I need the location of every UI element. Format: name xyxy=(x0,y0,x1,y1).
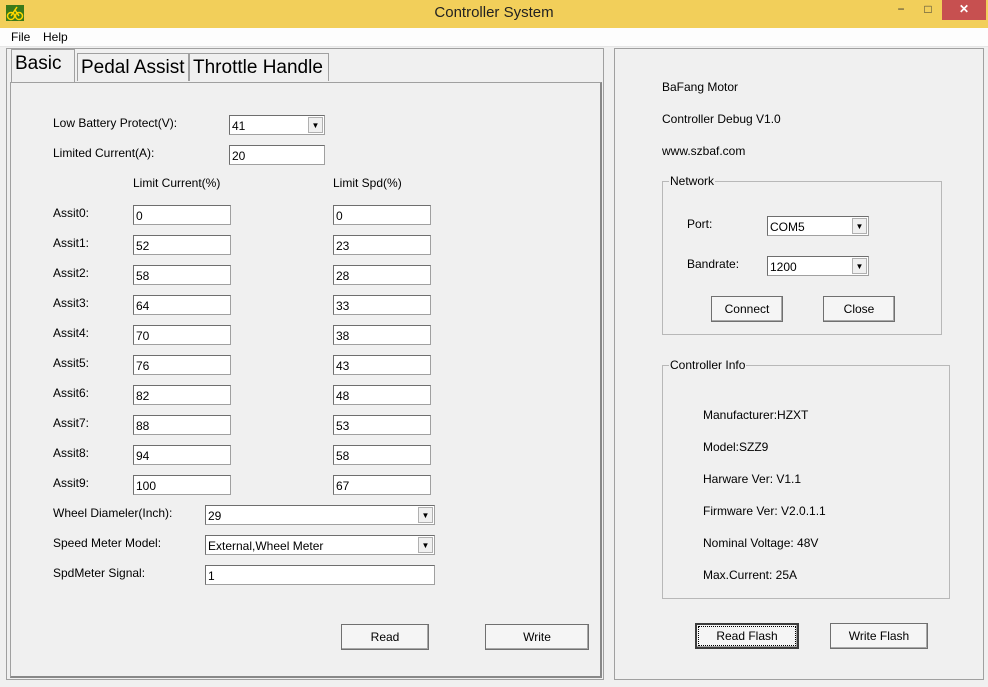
brand-line: BaFang Motor xyxy=(662,80,739,94)
settings-panel: Basic Pedal Assist Throttle Handle Low B… xyxy=(6,48,604,680)
model-text: Model:SZZ9 xyxy=(703,440,769,454)
assist-label: Assit4: xyxy=(53,326,90,340)
version-line: Controller Debug V1.0 xyxy=(662,112,781,126)
read-button[interactable]: Read xyxy=(341,624,429,650)
window-title: Controller System xyxy=(434,4,554,21)
tab-basic[interactable]: Basic xyxy=(11,49,75,82)
assist-speed-input[interactable]: 67 xyxy=(333,475,431,495)
assist-label: Assit3: xyxy=(53,296,90,310)
limit-current-header: Limit Current(%) xyxy=(133,176,221,190)
assist-speed-input[interactable]: 38 xyxy=(333,325,431,345)
assist-current-input[interactable]: 94 xyxy=(133,445,231,465)
low-battery-select[interactable]: 41 ▼ xyxy=(229,115,325,135)
tab-pedal-assist[interactable]: Pedal Assist xyxy=(77,53,189,81)
assist-current-input[interactable]: 70 xyxy=(133,325,231,345)
minimize-button[interactable]: − xyxy=(888,0,914,20)
assist-label: Assit9: xyxy=(53,476,90,490)
max-current-text: Max.Current: 25A xyxy=(703,568,798,582)
spdmeter-signal-input[interactable]: 1 xyxy=(205,565,435,585)
assist-speed-input[interactable]: 33 xyxy=(333,295,431,315)
tab-throttle-handle[interactable]: Throttle Handle xyxy=(189,53,329,81)
hardware-version-text: Harware Ver: V1.1 xyxy=(703,472,802,486)
website-line: www.szbaf.com xyxy=(662,144,746,158)
connect-button[interactable]: Connect xyxy=(711,296,783,322)
controller-info-group: Controller Info Manufacturer:HZXT Model:… xyxy=(662,358,950,599)
wheel-diameter-value: 29 xyxy=(208,509,222,523)
menu-file[interactable]: File xyxy=(11,30,30,44)
assist-label: Assit8: xyxy=(53,446,90,460)
network-group: Network Port: COM5 ▼ Bandrate: 1200 ▼ Co… xyxy=(662,174,942,335)
assist-label: Assit7: xyxy=(53,416,90,430)
assist-current-input[interactable]: 0 xyxy=(133,205,231,225)
port-select[interactable]: COM5 ▼ xyxy=(767,216,869,236)
limited-current-label: Limited Current(A): xyxy=(53,146,155,160)
port-value: COM5 xyxy=(770,220,805,234)
assist-label: Assit5: xyxy=(53,356,90,370)
wheel-diameter-label: Wheel Diameler(Inch): xyxy=(53,506,173,520)
low-battery-label: Low Battery Protect(V): xyxy=(53,116,178,130)
assist-speed-input[interactable]: 58 xyxy=(333,445,431,465)
triangle-down-icon[interactable]: ▼ xyxy=(418,537,433,553)
assist-speed-input[interactable]: 28 xyxy=(333,265,431,285)
bandrate-select[interactable]: 1200 ▼ xyxy=(767,256,869,276)
menu-bar: File Help xyxy=(0,28,988,47)
assist-current-input[interactable]: 52 xyxy=(133,235,231,255)
close-window-button[interactable]: ✕ xyxy=(942,0,986,20)
title-bar: Controller System − □ ✕ xyxy=(0,0,988,28)
assist-label: Assit2: xyxy=(53,266,90,280)
menu-help[interactable]: Help xyxy=(43,30,68,44)
write-button[interactable]: Write xyxy=(485,624,589,650)
limit-spd-header: Limit Spd(%) xyxy=(333,176,402,190)
wheel-diameter-select[interactable]: 29 ▼ xyxy=(205,505,435,525)
assist-speed-input[interactable]: 0 xyxy=(333,205,431,225)
speed-meter-label: Speed Meter Model: xyxy=(53,536,162,550)
connection-panel: BaFang Motor Controller Debug V1.0 www.s… xyxy=(614,48,984,680)
manufacturer-text: Manufacturer:HZXT xyxy=(703,408,809,422)
port-label: Port: xyxy=(687,217,713,231)
bandrate-value: 1200 xyxy=(770,260,797,274)
maximize-button[interactable]: □ xyxy=(915,0,941,20)
network-legend: Network xyxy=(669,174,716,188)
triangle-down-icon[interactable]: ▼ xyxy=(418,507,433,523)
bandrate-label: Bandrate: xyxy=(687,257,740,271)
close-button[interactable]: Close xyxy=(823,296,895,322)
spdmeter-signal-label: SpdMeter Signal: xyxy=(53,566,146,580)
assist-current-input[interactable]: 100 xyxy=(133,475,231,495)
assist-speed-input[interactable]: 48 xyxy=(333,385,431,405)
assist-current-input[interactable]: 58 xyxy=(133,265,231,285)
assist-label: Assit0: xyxy=(53,206,90,220)
controller-info-legend: Controller Info xyxy=(669,358,747,372)
assist-current-input[interactable]: 82 xyxy=(133,385,231,405)
triangle-down-icon[interactable]: ▼ xyxy=(852,218,867,234)
assist-label: Assit6: xyxy=(53,386,90,400)
nominal-voltage-text: Nominal Voltage: 48V xyxy=(703,536,819,550)
tab-content-basic: Low Battery Protect(V): 41 ▼ Limited Cur… xyxy=(10,82,602,678)
triangle-down-icon[interactable]: ▼ xyxy=(852,258,867,274)
firmware-version-text: Firmware Ver: V2.0.1.1 xyxy=(703,504,826,518)
triangle-down-icon[interactable]: ▼ xyxy=(308,117,323,133)
assist-current-input[interactable]: 76 xyxy=(133,355,231,375)
assist-current-input[interactable]: 64 xyxy=(133,295,231,315)
speed-meter-select[interactable]: External,Wheel Meter ▼ xyxy=(205,535,435,555)
assist-speed-input[interactable]: 43 xyxy=(333,355,431,375)
write-flash-button[interactable]: Write Flash xyxy=(830,623,928,649)
low-battery-value: 41 xyxy=(232,119,246,133)
assist-speed-input[interactable]: 53 xyxy=(333,415,431,435)
assist-speed-input[interactable]: 23 xyxy=(333,235,431,255)
limited-current-input[interactable]: 20 xyxy=(229,145,325,165)
assist-label: Assit1: xyxy=(53,236,90,250)
assist-current-input[interactable]: 88 xyxy=(133,415,231,435)
speed-meter-value: External,Wheel Meter xyxy=(208,539,324,553)
read-flash-button[interactable]: Read Flash xyxy=(695,623,799,649)
